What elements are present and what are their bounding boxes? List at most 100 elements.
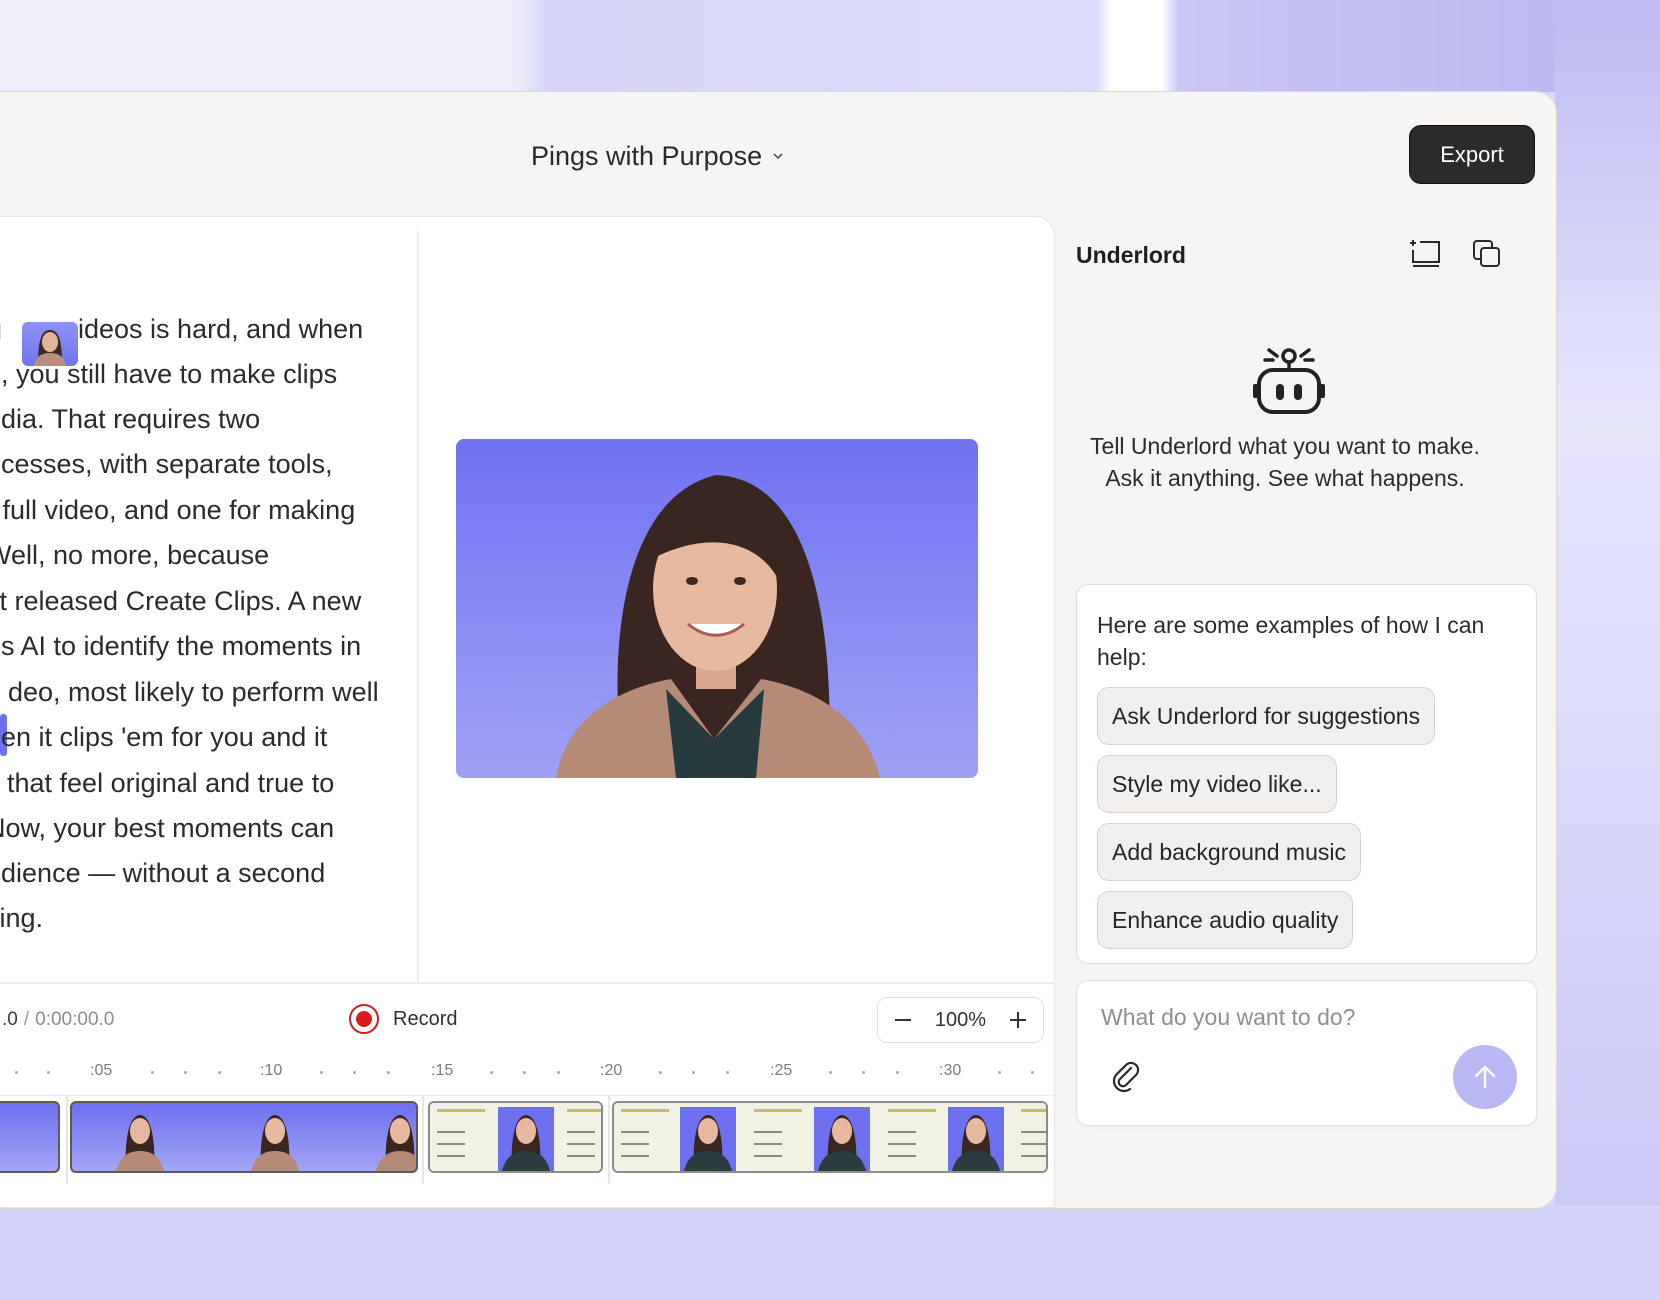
ruler-label: :20 [600, 1062, 623, 1079]
ruler-tick [320, 1071, 323, 1074]
ruler-tick [47, 1071, 50, 1074]
intro-text: Tell Underlord what you want to make. As… [1090, 433, 1480, 491]
clip-thumbnail-person [498, 1107, 554, 1171]
time-separator: / [23, 1009, 30, 1030]
slide-thumbnail [881, 1103, 943, 1171]
ruler-label: :10 [260, 1062, 283, 1079]
slide-thumbnail [430, 1103, 492, 1171]
background-bottom [0, 1205, 1660, 1300]
ruler-tick [387, 1071, 390, 1074]
video-preview[interactable] [456, 439, 978, 778]
zoom-level: 100% [934, 1008, 987, 1031]
slide-thumbnail [747, 1103, 809, 1171]
slide-thumbnail [1014, 1103, 1046, 1171]
ruler-tick [353, 1071, 356, 1074]
record-label: Record [393, 1007, 458, 1030]
ruler-tick [151, 1071, 154, 1074]
transcript-line: deo, most likely to perform well [8, 677, 379, 707]
timeline-clip[interactable] [428, 1101, 603, 1173]
record-icon [349, 1004, 379, 1034]
send-button[interactable] [1453, 1045, 1517, 1109]
prompt-input[interactable] [1099, 1003, 1503, 1032]
ruler-label: :15 [431, 1062, 454, 1079]
transcript-line: r full video, and one for making [0, 495, 356, 525]
timecode: .0/0:00:00.0 [2, 1009, 114, 1031]
suggestion-chip[interactable]: Ask Underlord for suggestions [1097, 687, 1436, 745]
background-top [0, 0, 1660, 92]
transcript-panel[interactable]: g ideos is hard, and when e, you still h… [0, 217, 416, 982]
zoom-out-button[interactable] [888, 1005, 918, 1035]
paperclip-icon[interactable] [1109, 1059, 1143, 1093]
timeline-track [0, 1095, 1054, 1186]
transcript-line: es AI to identify the moments in [0, 631, 362, 661]
examples-card: Here are some examples of how I can help… [1076, 584, 1537, 964]
prompt-composer [1076, 980, 1537, 1126]
timeline-clip[interactable] [612, 1101, 1048, 1173]
timeline-ruler[interactable]: :05 :10 :15 :20 :25 :30 [0, 1062, 1054, 1092]
clip-separator [422, 1096, 424, 1184]
clip-thumbnail-person [251, 1115, 299, 1171]
transcript-line: ideos is hard, and when [78, 314, 364, 344]
transcript-line: Well, no more, because [0, 540, 270, 570]
transcript-line: s that feel original and true to [0, 768, 335, 798]
clip-thumbnail-person [680, 1107, 736, 1171]
transcript-line: iting. [0, 903, 44, 933]
pane-divider[interactable] [417, 231, 419, 983]
transcript-line: e, you still have to make clips [0, 359, 338, 389]
new-chat-icon[interactable] [1407, 236, 1443, 272]
clip-separator [608, 1096, 610, 1184]
copy-icon[interactable] [1469, 236, 1505, 272]
timeline-clip[interactable] [0, 1101, 60, 1173]
ruler-tick [659, 1071, 662, 1074]
transcript-line: g [0, 314, 2, 345]
transcript-line: st released Create Clips. A new [0, 586, 362, 616]
suggestion-chip[interactable]: Add background music [1097, 823, 1361, 881]
playback-controls: .0/0:00:00.0 Record 100% [0, 982, 1054, 1064]
robot-icon [1253, 348, 1325, 414]
suggestion-chip[interactable]: Style my video like... [1097, 755, 1337, 813]
ruler-tick [998, 1071, 1001, 1074]
ruler-tick [862, 1071, 865, 1074]
clip-separator [66, 1096, 68, 1184]
project-title-dropdown[interactable]: Pings with Purpose [531, 138, 784, 174]
project-title: Pings with Purpose [531, 140, 763, 171]
ruler-tick [829, 1071, 832, 1074]
total-time: 0:00:00.0 [35, 1009, 115, 1030]
clip-thumbnail-person [948, 1107, 1004, 1171]
zoom-in-button[interactable] [1003, 1005, 1033, 1035]
clip-thumbnail-person [116, 1115, 164, 1171]
suggestion-chip[interactable]: Enhance audio quality [1097, 891, 1354, 949]
ruler-tick [218, 1071, 221, 1074]
examples-heading: Here are some examples of how I can help… [1097, 612, 1485, 670]
timeline-clip[interactable] [70, 1101, 418, 1173]
ruler-tick [692, 1071, 695, 1074]
transcript-line: ocesses, with separate tools, [0, 449, 333, 479]
ruler-tick [1031, 1071, 1034, 1074]
ruler-label: :25 [770, 1062, 793, 1079]
arrow-up-icon [1474, 1065, 1496, 1089]
clip-thumbnail-person [376, 1115, 416, 1171]
ruler-tick [184, 1071, 187, 1074]
chevron-down-icon [773, 153, 783, 160]
current-time: .0 [2, 1009, 18, 1030]
ruler-label: :05 [90, 1062, 113, 1079]
slide-thumbnail [560, 1103, 601, 1171]
ruler-tick [726, 1071, 729, 1074]
background-right [1555, 0, 1660, 1300]
transcript-line: edia. That requires two [0, 404, 261, 434]
speaker-portrait [556, 475, 880, 778]
plus-icon [1010, 1012, 1026, 1028]
ruler-tick [490, 1071, 493, 1074]
export-button[interactable]: Export [1409, 125, 1535, 184]
transcript-line: udience — without a second [0, 858, 326, 888]
ruler-tick [15, 1071, 18, 1074]
ruler-tick [557, 1071, 560, 1074]
transcript-line: Now, your best moments can [0, 813, 335, 843]
transcript-line: hen it clips 'em for you and it [0, 722, 328, 752]
record-button[interactable]: Record [349, 1004, 457, 1034]
ruler-tick [523, 1071, 526, 1074]
ruler-label: :30 [939, 1062, 962, 1079]
panel-title: Underlord [1076, 242, 1186, 268]
app-window: Pings with Purpose Export g ideos is har… [0, 91, 1557, 1209]
ruler-tick [896, 1071, 899, 1074]
